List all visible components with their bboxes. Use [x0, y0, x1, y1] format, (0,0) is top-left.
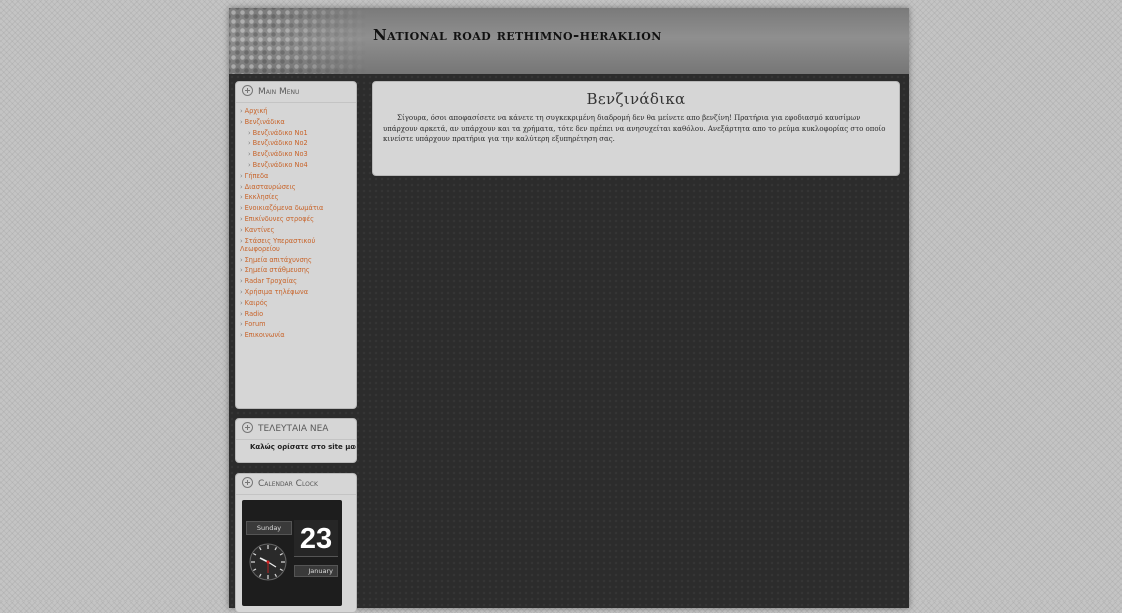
- main-menu-item[interactable]: › Βενζινάδικο No1: [240, 128, 356, 139]
- main-menu-item-label: Διασταυρώσεις: [244, 182, 296, 191]
- main-menu-item[interactable]: › Διασταυρώσεις: [240, 182, 356, 193]
- chevron-right-icon: ›: [240, 204, 243, 213]
- chevron-right-icon: ›: [240, 225, 243, 234]
- chevron-right-icon: ›: [240, 117, 243, 126]
- main-menu-list: › Αρχική › Βενζινάδικα › Βενζινάδικο No1 › Βενζ…: [236, 106, 356, 341]
- chevron-right-icon: ›: [248, 139, 251, 148]
- clock-date-number: 23: [294, 520, 338, 557]
- main-menu-item-label: Αρχική: [244, 107, 268, 115]
- main-menu-item[interactable]: › Radar Τροχαίας: [240, 276, 356, 287]
- chevron-right-icon: ›: [240, 331, 243, 340]
- main-menu-item-label: Σημεία απιτάχυνσης: [244, 255, 312, 264]
- main-menu-item[interactable]: › Σημεία στάθμευσης: [240, 265, 356, 276]
- plus-circle-icon: [242, 422, 253, 433]
- plus-circle-icon: [242, 85, 253, 96]
- main-menu-item[interactable]: › Γήπεδα: [240, 171, 356, 182]
- chevron-right-icon: ›: [240, 277, 243, 286]
- clock-month-label: January: [294, 565, 338, 577]
- main-menu-item[interactable]: › Βενζινάδικο No3: [240, 149, 356, 160]
- chevron-right-icon: ›: [248, 150, 251, 159]
- chevron-right-icon: ›: [240, 320, 243, 329]
- main-menu-item-label: Βενζινάδικο No4: [252, 160, 308, 169]
- main-menu-item[interactable]: › Ενοικιαζόμενα δωμάτια: [240, 203, 356, 214]
- main-menu-item-label: Forum: [244, 320, 266, 329]
- main-menu-item[interactable]: › Βενζινάδικα: [240, 117, 356, 128]
- main-menu-item-label: Radar Τροχαίας: [244, 277, 298, 286]
- chevron-right-icon: ›: [240, 214, 243, 223]
- main-menu-item[interactable]: › Χρήσιμα τηλέφωνα: [240, 287, 356, 298]
- main-menu-item[interactable]: › Radio: [240, 309, 356, 320]
- main-menu-item[interactable]: › Εκκλησίες: [240, 192, 356, 203]
- main-menu-item-label: Καιρός: [244, 298, 268, 307]
- main-menu-item[interactable]: › Σημεία απιτάχυνσης: [240, 255, 356, 266]
- main-menu-item[interactable]: › Βενζινάδικο No2: [240, 138, 356, 149]
- site-title[interactable]: National road rethimno-heraklion: [373, 26, 662, 44]
- article-box: Βενζινάδικα Σίγουρα, όσοι αποφασίσετε να…: [372, 81, 900, 176]
- main-menu-item[interactable]: › Στάσεις Υπεραστικού Λεωφορείου: [240, 236, 356, 255]
- article-body: Σίγουρα, όσοι αποφασίσετε να κάνετε τη σ…: [383, 114, 886, 143]
- article-title: Βενζινάδικα: [586, 90, 686, 108]
- plus-circle-icon: [242, 477, 253, 488]
- main-menu-module: Main Menu › Αρχική › Βενζινάδικα › Βενζινάδικ…: [235, 81, 357, 409]
- chevron-right-icon: ›: [240, 182, 243, 191]
- chevron-right-icon: ›: [240, 236, 243, 245]
- main-menu-item-label: Στάσεις Υπεραστικού Λεωφορείου: [240, 236, 316, 254]
- site-container: National road rethimno-heraklion Main Me…: [229, 8, 909, 613]
- main-menu-item-label: Radio: [244, 309, 264, 318]
- chevron-right-icon: ›: [248, 160, 251, 169]
- calendar-clock-widget: Sunday 23 January: [242, 500, 342, 606]
- calendar-clock-module: Calendar Clock Sunday 23 January: [235, 473, 357, 613]
- main-menu-item-label: Καντίνες: [244, 225, 275, 234]
- news-ticker-text: Καλώς ορίσατε στο site μας: [250, 443, 356, 451]
- main-menu-item-label: Ενοικιαζόμενα δωμάτια: [244, 204, 324, 213]
- main-menu-item[interactable]: › Forum: [240, 319, 356, 330]
- main-menu-item[interactable]: › Επικίνδυνες στροφές: [240, 214, 356, 225]
- chevron-right-icon: ›: [240, 298, 243, 307]
- site-header: National road rethimno-heraklion: [229, 8, 909, 74]
- main-menu-item-label: Εκκλησίες: [244, 193, 279, 202]
- main-menu-item-label: Βενζινάδικο No3: [252, 150, 308, 159]
- clock-day-label: Sunday: [246, 521, 292, 535]
- chevron-right-icon: ›: [240, 287, 243, 296]
- main-menu-item[interactable]: › Καιρός: [240, 298, 356, 309]
- main-menu-item-label: Γήπεδα: [244, 171, 269, 180]
- chevron-right-icon: ›: [240, 309, 243, 318]
- chevron-right-icon: ›: [240, 266, 243, 275]
- main-menu-item-label: Επικοινωνία: [244, 331, 285, 340]
- main-menu-item-label: Επικίνδυνες στροφές: [244, 214, 315, 223]
- main-menu-item-label: Σημεία στάθμευσης: [244, 266, 310, 275]
- chevron-right-icon: ›: [240, 107, 243, 115]
- chevron-right-icon: ›: [240, 255, 243, 264]
- chevron-right-icon: ›: [240, 171, 243, 180]
- main-menu-item[interactable]: › Βενζινάδικο No4: [240, 160, 356, 171]
- main-menu-item[interactable]: › Επικοινωνία: [240, 330, 356, 341]
- main-menu-item-label: Χρήσιμα τηλέφωνα: [244, 287, 309, 296]
- header-pattern: [229, 8, 369, 74]
- analog-clock-icon: [249, 543, 287, 581]
- main-menu-item[interactable]: › Αρχική: [240, 106, 356, 117]
- latest-news-module: ΤΕΛΕΥΤΑΙΑ ΝΕΑ Καλώς ορίσατε στο site μας: [235, 418, 357, 463]
- main-menu-item[interactable]: › Καντίνες: [240, 225, 356, 236]
- latest-news-heading: ΤΕΛΕΥΤΑΙΑ ΝΕΑ: [236, 419, 356, 440]
- main-menu-item-label: Βενζινάδικο No2: [252, 139, 308, 148]
- chevron-right-icon: ›: [248, 128, 251, 137]
- main-menu-heading: Main Menu: [236, 82, 356, 103]
- main-menu-item-label: Βενζινάδικο No1: [252, 128, 308, 137]
- chevron-right-icon: ›: [240, 193, 243, 202]
- main-menu-item-label: Βενζινάδικα: [244, 117, 285, 126]
- calendar-clock-heading: Calendar Clock: [236, 474, 356, 495]
